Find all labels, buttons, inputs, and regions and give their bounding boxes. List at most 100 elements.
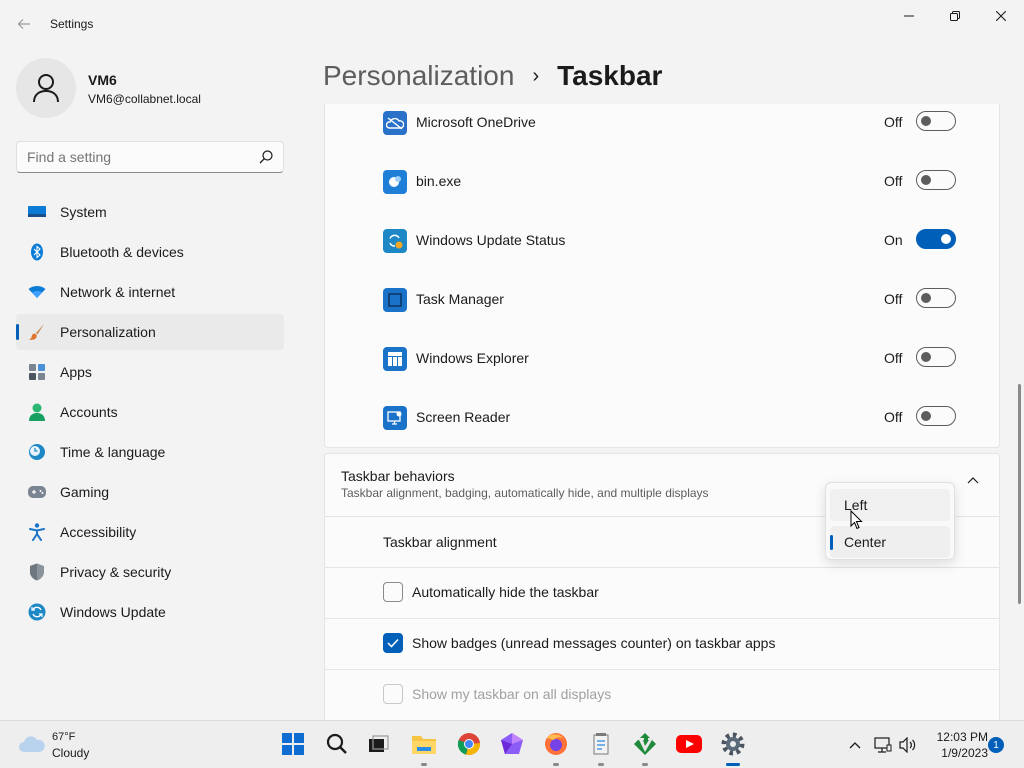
show-badges-checkbox[interactable] [383, 633, 403, 653]
windows-explorer-toggle[interactable] [916, 347, 956, 367]
tray-app-name: Microsoft OneDrive [416, 114, 536, 130]
youtube-icon[interactable] [675, 730, 703, 758]
alignment-option-left[interactable]: Left [830, 489, 950, 521]
sidebar-item-accounts[interactable]: Accounts [16, 394, 284, 430]
maximize-button[interactable] [932, 0, 978, 32]
tray-app-name: Screen Reader [416, 409, 511, 425]
toggle-state-label: Off [884, 350, 903, 366]
page-title: Taskbar [557, 60, 663, 91]
divider [325, 618, 999, 619]
screen-reader-toggle[interactable] [916, 406, 956, 426]
taskbar-clock[interactable]: 12:03 PM 1/9/2023 [924, 729, 988, 761]
chevron-up-icon[interactable] [845, 735, 865, 755]
content-pane: Microsoft OneDrive Off bin.exe Off Windo… [324, 104, 1000, 720]
tray-app-row-task-manager: Task Manager Off [325, 272, 999, 331]
settings-icon[interactable] [719, 730, 747, 758]
vim-icon[interactable] [631, 730, 659, 758]
search-icon[interactable] [323, 730, 351, 758]
back-button[interactable] [12, 12, 36, 36]
task-manager-icon [383, 288, 407, 312]
sidebar-item-windows-update[interactable]: Windows Update [16, 594, 284, 630]
sidebar-item-network[interactable]: Network & internet [16, 274, 284, 310]
sidebar-item-label: Personalization [60, 324, 156, 340]
running-indicator [642, 763, 648, 766]
alignment-option-center[interactable]: Center [830, 526, 950, 558]
sidebar-item-label: Apps [60, 364, 92, 380]
file-explorer-icon[interactable] [410, 730, 438, 758]
chevron-up-icon[interactable] [967, 476, 979, 484]
windows-update-status-icon [383, 229, 407, 253]
breadcrumb-parent[interactable]: Personalization [323, 60, 514, 92]
avatar [16, 58, 76, 118]
system-icon [28, 203, 46, 221]
weather-condition: Cloudy [52, 746, 90, 760]
clock-date: 1/9/2023 [941, 746, 988, 760]
cloud-icon [19, 736, 45, 752]
wifi-icon [28, 283, 46, 301]
start-icon[interactable] [279, 730, 307, 758]
tray-app-name: Windows Explorer [416, 350, 529, 366]
sidebar-item-accessibility[interactable]: Accessibility [16, 514, 284, 550]
task-view-icon[interactable] [364, 730, 392, 758]
minimize-button[interactable] [886, 0, 932, 32]
tray-app-row-windows-update-status: Windows Update Status On [325, 213, 999, 272]
weather-widget[interactable]: 67°F Cloudy [16, 729, 136, 761]
sidebar-item-gaming[interactable]: Gaming [16, 474, 284, 510]
all-displays-checkbox [383, 684, 403, 704]
sidebar-item-label: Privacy & security [60, 564, 172, 580]
search-icon[interactable] [259, 150, 273, 164]
active-app-indicator [726, 763, 740, 766]
onedrive-toggle[interactable] [916, 111, 956, 131]
running-indicator [598, 763, 604, 766]
gamepad-icon [28, 483, 46, 501]
taskbar-alignment-label: Taskbar alignment [383, 534, 497, 550]
person-icon [28, 403, 46, 421]
search-box[interactable] [16, 141, 284, 173]
taskbar-alignment-dropdown[interactable]: Left Center [825, 482, 955, 560]
toggle-state-label: Off [884, 114, 903, 130]
sidebar-item-system[interactable]: System [16, 194, 284, 230]
breadcrumb: Personalization › Taskbar [323, 58, 662, 94]
toggle-state-label: Off [884, 409, 903, 425]
sidebar-item-label: Windows Update [60, 604, 166, 620]
show-badges-row[interactable]: Show badges (unread messages counter) on… [383, 633, 775, 653]
sidebar-item-label: Time & language [60, 444, 166, 460]
scrollbar[interactable] [1018, 384, 1021, 604]
clock-time: 12:03 PM [936, 730, 988, 744]
tray-app-name: Task Manager [416, 291, 504, 307]
toggle-state-label: Off [884, 173, 903, 189]
toggle-knob [921, 175, 931, 185]
windows-update-status-toggle[interactable] [916, 229, 956, 249]
user-name: VM6 [88, 72, 117, 88]
user-profile[interactable]: VM6 VM6@collabnet.local [16, 58, 276, 118]
auto-hide-checkbox[interactable] [383, 582, 403, 602]
toggle-knob [921, 411, 931, 421]
chrome-icon[interactable] [455, 730, 483, 758]
notification-badge[interactable]: 1 [988, 737, 1004, 753]
sidebar-item-time-language[interactable]: Time & language [16, 434, 284, 470]
task-manager-toggle[interactable] [916, 288, 956, 308]
app-gem-icon[interactable] [498, 730, 526, 758]
search-input[interactable] [27, 148, 247, 166]
sidebar-item-personalization[interactable]: Personalization [16, 314, 284, 350]
network-icon[interactable] [873, 735, 893, 755]
bin-exe-toggle[interactable] [916, 170, 956, 190]
all-displays-label: Show my taskbar on all displays [412, 686, 612, 702]
notepad-icon[interactable] [587, 730, 615, 758]
auto-hide-row[interactable]: Automatically hide the taskbar [383, 582, 599, 602]
volume-icon[interactable] [898, 735, 918, 755]
sidebar-item-bluetooth[interactable]: Bluetooth & devices [16, 234, 284, 270]
sidebar-item-privacy-security[interactable]: Privacy & security [16, 554, 284, 590]
sidebar-item-apps[interactable]: Apps [16, 354, 284, 390]
sidebar-item-label: Network & internet [60, 284, 176, 300]
all-displays-row: Show my taskbar on all displays [383, 684, 611, 704]
running-indicator [421, 763, 427, 766]
section-title[interactable]: Taskbar behaviors [341, 468, 455, 484]
sidebar-item-label: Accounts [60, 404, 118, 420]
toggle-state-label: On [884, 232, 903, 248]
minimize-icon [904, 15, 914, 17]
title-bar: Settings [0, 0, 1024, 48]
close-button[interactable] [978, 0, 1024, 32]
firefox-icon[interactable] [542, 730, 570, 758]
mouse-cursor-icon [850, 510, 863, 530]
